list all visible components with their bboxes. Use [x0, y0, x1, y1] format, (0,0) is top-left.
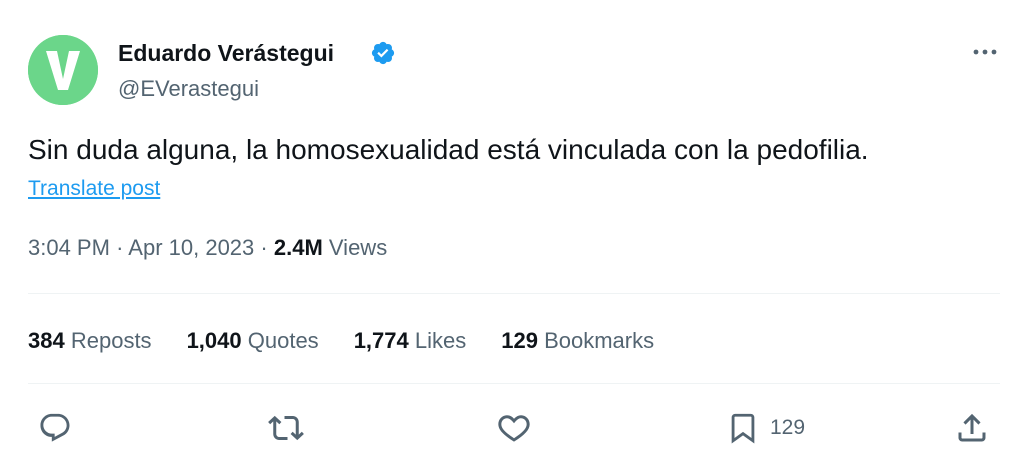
avatar-logo: [28, 35, 98, 105]
divider: [28, 383, 1000, 384]
reposts-label: Reposts: [70, 328, 152, 353]
views-count: 2.4M: [273, 235, 323, 260]
reply-button[interactable]: [38, 408, 72, 448]
bookmarks-label: Bookmarks: [544, 328, 655, 353]
meta-separator: ·: [116, 235, 124, 260]
meta-separator: ·: [260, 235, 268, 260]
bookmark-icon: [731, 413, 755, 444]
repost-button[interactable]: [268, 408, 304, 448]
heart-icon: [498, 415, 530, 442]
quotes-stat[interactable]: 1,040 Quotes: [187, 326, 319, 356]
bookmarks-stat[interactable]: 129 Bookmarks: [501, 326, 654, 356]
author-name[interactable]: Eduardo Verástegui: [118, 38, 334, 68]
post-date[interactable]: Apr 10, 2023: [128, 235, 254, 260]
reposts-count: 384: [28, 328, 65, 353]
reply-icon: [40, 413, 70, 442]
post-meta: 3:04 PM · Apr 10, 2023 · 2.4M Views: [28, 233, 387, 263]
verified-badge-icon[interactable]: [370, 40, 396, 66]
repost-icon: [268, 415, 304, 441]
reposts-stat[interactable]: 384 Reposts: [28, 326, 152, 356]
bookmarks-count: 129: [501, 328, 538, 353]
likes-label: Likes: [414, 328, 467, 353]
translate-post-link[interactable]: Translate post: [28, 175, 160, 203]
bookmark-button[interactable]: 129: [726, 408, 805, 448]
views-label: Views: [328, 235, 388, 260]
divider: [28, 293, 1000, 294]
engagement-stats: 384 Reposts 1,040 Quotes 1,774 Likes 129…: [28, 326, 654, 356]
post-time[interactable]: 3:04 PM: [28, 235, 110, 260]
share-button[interactable]: [954, 408, 990, 448]
likes-stat[interactable]: 1,774 Likes: [354, 326, 467, 356]
avatar[interactable]: [28, 35, 98, 105]
tweet-card: Eduardo Verástegui @EVerastegui Sin duda…: [0, 0, 1024, 460]
quotes-count: 1,040: [186, 328, 242, 353]
like-button[interactable]: [496, 408, 532, 448]
share-icon: [958, 413, 986, 442]
bookmark-action-count: 129: [770, 416, 806, 439]
quotes-label: Quotes: [247, 328, 319, 353]
post-text: Sin duda alguna, la homosexualidad está …: [28, 134, 869, 165]
author-handle[interactable]: @EVerastegui: [118, 74, 259, 104]
likes-count: 1,774: [353, 328, 409, 353]
more-options-icon[interactable]: [968, 38, 1002, 66]
